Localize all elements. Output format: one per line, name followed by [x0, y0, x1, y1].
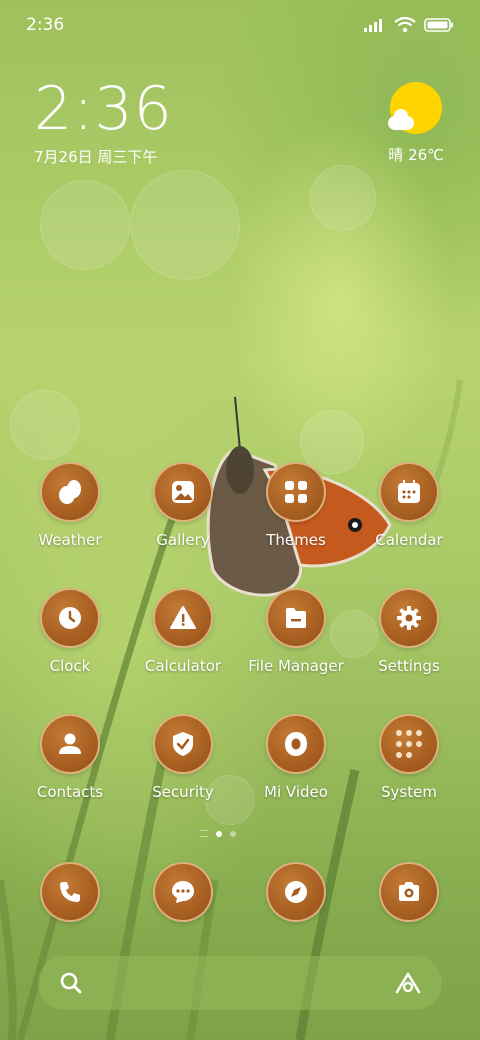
app-label: Clock: [49, 657, 91, 675]
clock-time: 2:36: [34, 74, 173, 144]
weather-widget[interactable]: 晴 26℃: [388, 82, 444, 165]
app-contacts[interactable]: Contacts: [14, 714, 126, 801]
page-indicator[interactable]: [200, 830, 236, 837]
dock-browser[interactable]: [240, 862, 352, 922]
search-icon[interactable]: [58, 970, 84, 996]
phone-icon: [40, 862, 100, 922]
app-weather[interactable]: Weather: [14, 462, 126, 549]
app-row: Clock Calculator File Manager Settings: [0, 588, 480, 688]
settings-icon: [379, 588, 439, 648]
app-label: Weather: [38, 531, 102, 549]
assistant-icon[interactable]: [394, 970, 422, 996]
calculator-icon: [153, 588, 213, 648]
clock-widget[interactable]: 2:36 7月26日 周三下午: [34, 76, 173, 167]
app-mi-video[interactable]: Mi Video: [240, 714, 352, 801]
calendar-icon: [379, 462, 439, 522]
app-calendar[interactable]: Calendar: [353, 462, 465, 549]
app-label: Security: [152, 783, 214, 801]
page-dot-active: [216, 830, 222, 837]
wifi-icon: [394, 17, 416, 33]
app-row: Weather Gallery Themes Calendar: [0, 462, 480, 562]
weather-text: 晴 26℃: [388, 146, 444, 164]
app-label: Gallery: [156, 531, 210, 549]
app-folder-system[interactable]: System: [353, 714, 465, 801]
app-label: System: [381, 783, 437, 801]
clock-date: 7月26日 周三下午: [34, 148, 158, 166]
security-icon: [153, 714, 213, 774]
app-row: Contacts Security Mi Video System: [0, 714, 480, 814]
app-gallery[interactable]: Gallery: [127, 462, 239, 549]
page-dot: [230, 830, 236, 837]
signal-icon: [364, 19, 382, 32]
app-security[interactable]: Security: [127, 714, 239, 801]
dock-messages[interactable]: [127, 862, 239, 922]
status-time: 2:36: [26, 15, 65, 35]
video-icon: [266, 714, 326, 774]
app-label: Themes: [266, 531, 326, 549]
themes-icon: [266, 462, 326, 522]
app-themes[interactable]: Themes: [240, 462, 352, 549]
status-bar: 2:36: [0, 0, 480, 50]
app-file-manager[interactable]: File Manager: [240, 588, 352, 675]
app-label: Contacts: [36, 783, 104, 801]
messages-icon: [153, 862, 213, 922]
app-label: Mi Video: [264, 783, 328, 801]
browser-icon: [266, 862, 326, 922]
file-manager-icon: [266, 588, 326, 648]
folder-icon: [379, 714, 439, 774]
page-indicator-menu: [200, 830, 208, 837]
app-settings[interactable]: Settings: [353, 588, 465, 675]
app-label: File Manager: [248, 657, 344, 675]
app-label: Calendar: [375, 531, 443, 549]
status-icons: [364, 17, 454, 33]
camera-icon: [379, 862, 439, 922]
contacts-icon: [40, 714, 100, 774]
app-calculator[interactable]: Calculator: [127, 588, 239, 675]
app-clock[interactable]: Clock: [14, 588, 126, 675]
dock: [0, 862, 480, 926]
partly-sunny-icon: [388, 82, 443, 134]
search-bar[interactable]: [38, 956, 442, 1010]
gallery-icon: [153, 462, 213, 522]
dock-phone[interactable]: [14, 862, 126, 922]
app-label: Calculator: [144, 657, 222, 675]
app-label: Settings: [378, 657, 440, 675]
clock-icon: [40, 588, 100, 648]
weather-icon: [40, 462, 100, 522]
dock-camera[interactable]: [353, 862, 465, 922]
battery-icon: [424, 18, 453, 32]
